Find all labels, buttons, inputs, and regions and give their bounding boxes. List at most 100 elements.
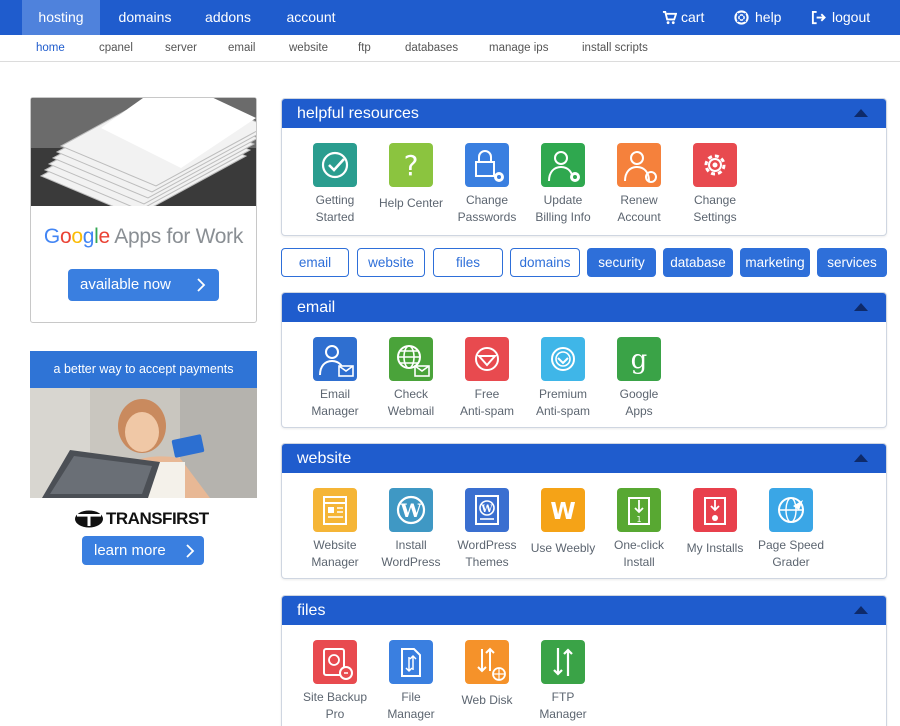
filter-label: database	[670, 255, 726, 270]
filter-services[interactable]: services	[817, 248, 887, 277]
transfirst-banner: a better way to accept payments	[30, 351, 257, 388]
filter-label: services	[827, 255, 877, 270]
collapse-caret-icon[interactable]	[854, 606, 868, 614]
file-manager-icon	[389, 640, 433, 684]
tile-label: Premium	[538, 387, 587, 401]
woman-with-card-image	[30, 388, 257, 498]
logout-label: logout	[832, 9, 871, 25]
filter-database[interactable]: database	[663, 248, 733, 277]
tile-label: Help Center	[378, 196, 444, 210]
cart-link[interactable]: cart	[660, 0, 710, 35]
installs-icon	[693, 488, 737, 532]
filter-email[interactable]: email	[281, 248, 349, 277]
tile-label: Manager	[311, 404, 359, 418]
subnav-email[interactable]: email	[228, 35, 255, 61]
tile-label: Manager	[311, 555, 359, 569]
tile-label: WordPress	[381, 555, 441, 569]
filter-domains[interactable]: domains	[510, 248, 580, 277]
website-panel: website Website Manager W Install WordPr…	[281, 443, 887, 579]
learn-more-label: learn more	[94, 542, 166, 559]
tile-label: WordPress	[457, 538, 517, 552]
tile-label: Site Backup	[302, 690, 368, 704]
tile-label: One-click	[613, 538, 664, 552]
tile-label: Check	[393, 387, 428, 401]
google-apps-ad[interactable]: Google Apps for Work available now	[30, 97, 257, 323]
svg-text:W: W	[399, 500, 422, 522]
tile-label: Settings	[693, 210, 737, 224]
checkmark-icon	[313, 143, 357, 187]
tile-label: Email	[319, 387, 350, 401]
svg-text:W: W	[480, 504, 493, 515]
tile-label: Webmail	[387, 404, 435, 418]
website-header[interactable]: website	[282, 444, 886, 473]
available-now-button[interactable]: available now	[68, 269, 219, 301]
subnav-install-scripts[interactable]: install scripts	[582, 35, 648, 61]
tile-label: Pro	[325, 707, 345, 721]
nav-hosting[interactable]: hosting	[22, 0, 100, 35]
logout-icon	[811, 10, 826, 25]
subnav-manage-ips[interactable]: manage ips	[489, 35, 548, 61]
chevron-right-icon	[186, 544, 195, 558]
tile-label: Page Speed	[757, 538, 825, 552]
filter-website[interactable]: website	[357, 248, 425, 277]
tile-label: Anti-spam	[535, 404, 591, 418]
learn-more-button[interactable]: learn more	[82, 536, 204, 565]
nav-addons[interactable]: addons	[190, 0, 266, 35]
nav-domains[interactable]: domains	[106, 0, 184, 35]
subnav-ftp[interactable]: ftp	[358, 35, 371, 61]
svg-text:?: ?	[404, 149, 419, 182]
google-logo: Google	[43, 225, 110, 248]
tile-label: Manager	[539, 707, 587, 721]
files-title: files	[297, 602, 326, 619]
speed-globe-icon	[769, 488, 813, 532]
filter-files[interactable]: files	[433, 248, 503, 277]
helpful-resources-header[interactable]: helpful resources	[282, 99, 886, 128]
tile-label: Started	[315, 210, 355, 224]
google-g-icon: g	[617, 337, 661, 381]
subnav-website[interactable]: website	[289, 35, 328, 61]
wordpress-icon: W	[389, 488, 433, 532]
tile-label: File	[401, 690, 421, 704]
logout-link[interactable]: logout	[810, 0, 880, 35]
helpful-resources-title: helpful resources	[297, 105, 419, 122]
svg-text:1: 1	[636, 515, 641, 524]
subnav-cpanel[interactable]: cpanel	[99, 35, 133, 61]
filter-label: website	[368, 255, 414, 270]
helpful-resources-panel: helpful resources Getting Started ? Help…	[281, 98, 887, 236]
tile-label: Update	[543, 193, 583, 207]
wordpress-theme-icon: W	[465, 488, 509, 532]
collapse-caret-icon[interactable]	[854, 454, 868, 462]
tile-label: Grader	[772, 555, 810, 569]
tile-label: Account	[617, 210, 661, 224]
weebly-icon: W	[541, 488, 585, 532]
email-header[interactable]: email	[282, 293, 886, 322]
subnav-server[interactable]: server	[165, 35, 197, 61]
tile-label: Install	[623, 555, 655, 569]
chevron-right-icon	[197, 278, 206, 292]
filter-marketing[interactable]: marketing	[740, 248, 810, 277]
tile-label: Change	[465, 193, 509, 207]
subnav-databases[interactable]: databases	[405, 35, 458, 61]
tile-label: Passwords	[457, 210, 517, 224]
webpage-icon	[313, 488, 357, 532]
filter-label: domains	[519, 255, 571, 270]
nav-addons-label: addons	[205, 9, 251, 25]
files-header[interactable]: files	[282, 596, 886, 625]
tile-label: Manager	[387, 707, 435, 721]
subnav-home[interactable]: home	[36, 35, 65, 61]
collapse-caret-icon[interactable]	[854, 109, 868, 117]
backup-disk-icon	[313, 640, 357, 684]
paper-stack-image	[31, 98, 256, 206]
transfirst-ad[interactable]: a better way to accept payments TRANSFIR…	[30, 351, 257, 566]
lifebuoy-icon	[734, 10, 749, 25]
help-link[interactable]: help	[733, 0, 787, 35]
google-apps-title: Google Apps for Work	[31, 225, 256, 249]
nav-domains-label: domains	[118, 9, 172, 25]
filter-security[interactable]: security	[587, 248, 656, 277]
user-mail-icon	[313, 337, 357, 381]
nav-account[interactable]: account	[272, 0, 350, 35]
tile-label: Apps	[625, 404, 653, 418]
collapse-caret-icon[interactable]	[854, 303, 868, 311]
transfirst-mark-icon	[75, 510, 103, 528]
google-apps-product: Apps for Work	[114, 225, 244, 248]
